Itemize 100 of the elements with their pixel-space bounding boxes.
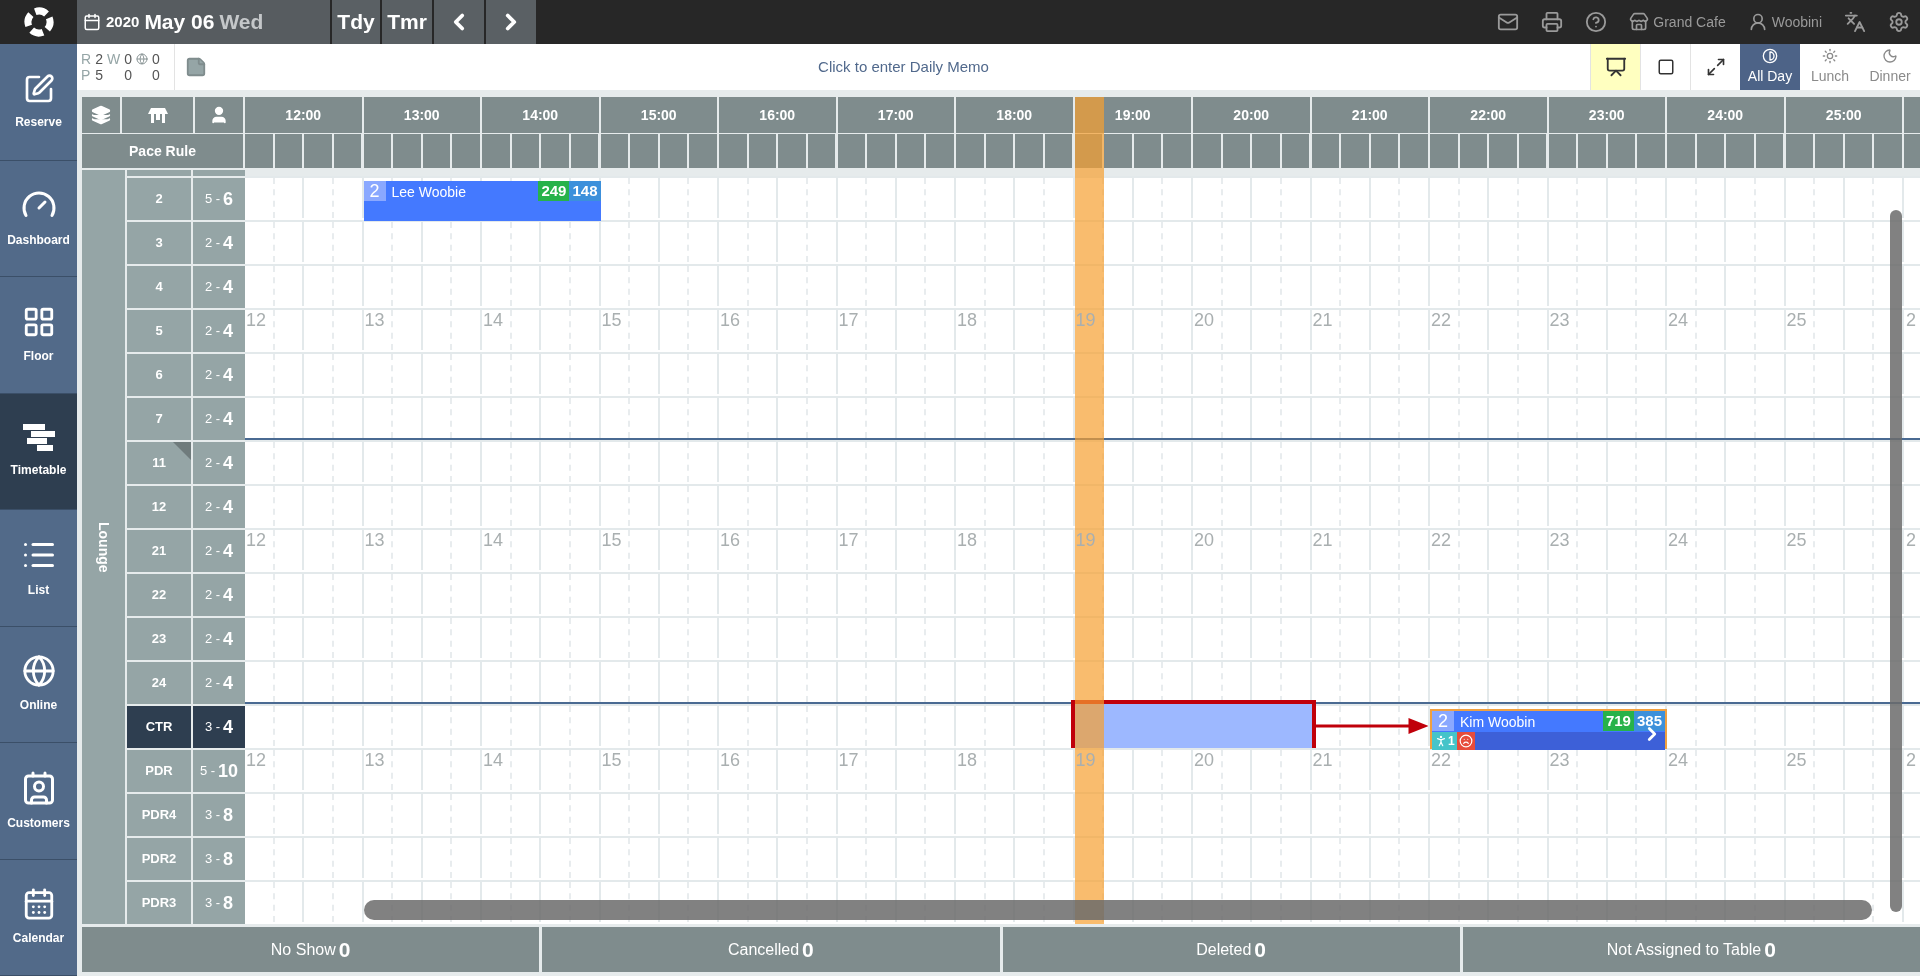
hour-header: 24:00: [1667, 97, 1786, 133]
hour-watermark: 18: [957, 310, 978, 330]
hour-watermark: 12: [246, 530, 267, 550]
hour-watermark: 22: [1431, 750, 1452, 770]
capacity-cell: 3 - 8: [193, 836, 245, 880]
hour-watermark: 14: [483, 530, 504, 550]
table-name-cell[interactable]: PDR3: [127, 880, 193, 924]
spend-count: 385: [1633, 711, 1665, 731]
status-count[interactable]: Deleted 0: [1002, 927, 1460, 972]
table-name-cell[interactable]: 6: [127, 352, 193, 396]
hour-watermark: 17: [838, 530, 859, 550]
hour-watermark: 21: [1312, 310, 1333, 330]
hour-watermark: 23: [1549, 310, 1570, 330]
hour-header: 25:00: [1785, 97, 1904, 133]
capacity-cell: 5 - 6: [193, 176, 245, 220]
reservation-block[interactable]: 2 Kim Woobin 719 385 1: [1430, 709, 1667, 749]
hour-watermark: 23: [1549, 750, 1570, 770]
user-button[interactable]: Woobini: [1747, 11, 1822, 33]
hour-watermark: 2: [1906, 310, 1916, 330]
hour-watermark: 24: [1668, 750, 1689, 770]
table-name-cell[interactable]: 23: [127, 616, 193, 660]
timeline-row[interactable]: 2 Lee Woobie 249 148: [245, 176, 1920, 220]
hour-watermark: 2: [1906, 750, 1916, 770]
timeline-row[interactable]: 12 13 14 15 16 17 18 19 20 21 22 23 24 25 2: [245, 748, 1920, 792]
counter-label: P: [81, 67, 92, 83]
table-name-cell[interactable]: PDR4: [127, 792, 193, 836]
hour-watermark: 19: [1075, 750, 1096, 770]
table-name-cell[interactable]: 3: [127, 220, 193, 264]
hour-watermark: 21: [1312, 750, 1333, 770]
hour-header: 14:00: [482, 97, 601, 133]
pace-rule-label: Pace Rule: [82, 134, 245, 168]
capacity-cell: 2 - 4: [193, 484, 245, 528]
counter-value: 0: [124, 67, 132, 83]
table-name-cell[interactable]: 5: [127, 308, 193, 352]
guest-name: Kim Woobin: [1460, 713, 1536, 732]
hour-watermark: 25: [1786, 750, 1807, 770]
reservation-block[interactable]: 2 Lee Woobie 249 148: [363, 181, 601, 221]
daily-memo-link[interactable]: Click to enter Daily Memo: [818, 55, 989, 79]
meal-period-tab[interactable]: All Day: [1740, 44, 1800, 90]
counter-label: W: [106, 51, 121, 67]
hour-watermark: 19: [1075, 310, 1096, 330]
capacity-cell: 2 - 4: [193, 308, 245, 352]
hour-watermark: 24: [1668, 310, 1689, 330]
hour-watermark: 15: [601, 310, 622, 330]
table-name-cell[interactable]: PDR2: [127, 836, 193, 880]
timeline-row[interactable]: 12 13 14 15 16 17 18 19 20 21 22 23 24 25 2: [245, 528, 1920, 572]
hour-watermark: 25: [1786, 310, 1807, 330]
table-name-cell[interactable]: 4: [127, 264, 193, 308]
status-count[interactable]: Not Assigned to Table 0: [1462, 927, 1920, 972]
hour-watermark: 17: [838, 750, 859, 770]
counter-value: 0: [151, 67, 160, 83]
hour-header: 21:00: [1311, 97, 1430, 133]
counter-value: 2: [95, 51, 103, 67]
table-name-cell[interactable]: 21: [127, 528, 193, 572]
table-name-cell[interactable]: 22: [127, 572, 193, 616]
table-name-cell[interactable]: 11: [127, 440, 193, 484]
capacity-cell: 2 - 4: [193, 440, 245, 484]
hour-header: 15:00: [600, 97, 719, 133]
counter-value: 5: [95, 67, 103, 83]
table-name-cell[interactable]: CTR: [127, 704, 193, 748]
hour-header: 23:00: [1548, 97, 1667, 133]
hour-watermark: 2: [1906, 530, 1916, 550]
table-name-cell[interactable]: 12: [127, 484, 193, 528]
hour-watermark: 20: [1194, 310, 1215, 330]
table-name-cell[interactable]: 7: [127, 396, 193, 440]
date-year: 2020: [106, 11, 140, 32]
hour-watermark: 12: [246, 750, 267, 770]
hour-watermark: 15: [601, 750, 622, 770]
capacity-cell: 3 - 8: [193, 880, 245, 924]
hour-header: 18:00: [956, 97, 1075, 133]
child-count: 1: [1432, 732, 1457, 750]
hour-watermark: 15: [601, 530, 622, 550]
status-count[interactable]: Cancelled 0: [542, 927, 1000, 972]
capacity-cell: 2 - 4: [193, 660, 245, 704]
counter-value: 0: [124, 51, 132, 67]
hour-header: 16:00: [719, 97, 838, 133]
party-size: 2: [363, 181, 386, 201]
hour-header: 13:00: [363, 97, 482, 133]
timeline-row[interactable]: 12 13 14 15 16 17 18 19 20 21 22 23 24 25 2: [245, 308, 1920, 352]
visit-count: 719: [1602, 711, 1634, 731]
hour-watermark: 16: [720, 750, 741, 770]
hour-watermark: 24: [1668, 530, 1689, 550]
hour-watermark: 22: [1431, 530, 1452, 550]
hour-watermark: 13: [364, 530, 385, 550]
status-count[interactable]: No Show0: [82, 927, 540, 972]
table-name-cell[interactable]: 24: [127, 660, 193, 704]
capacity-cell: 2 - 4: [193, 264, 245, 308]
table-name-cell[interactable]: PDR: [127, 748, 193, 792]
hour-watermark: 14: [483, 750, 504, 770]
venue-button[interactable]: Grand Cafe: [1629, 11, 1726, 33]
day-jump-button[interactable]: Tdy: [332, 0, 380, 44]
hour-watermark: 13: [364, 310, 385, 330]
hour-watermark: 19: [1075, 530, 1096, 550]
guest-name: Lee Woobie: [391, 183, 466, 202]
day-jump-button[interactable]: Tmr: [382, 0, 432, 44]
capacity-cell: 2 - 4: [193, 220, 245, 264]
table-name-cell[interactable]: 2: [127, 176, 193, 220]
date-day: May 06: [144, 6, 215, 38]
hour-watermark: 18: [957, 530, 978, 550]
sidebar-item[interactable]: Timetable: [0, 393, 77, 510]
